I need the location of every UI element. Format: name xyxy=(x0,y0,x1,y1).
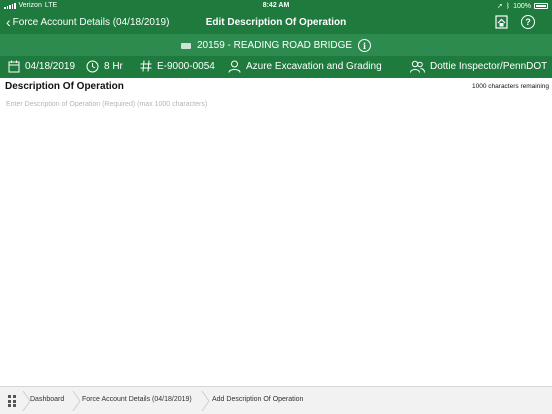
clock: 8:42 AM xyxy=(262,2,290,9)
calendar-icon xyxy=(8,60,20,73)
home-icon xyxy=(494,15,508,29)
chevron-left-icon: ‹ xyxy=(6,14,11,30)
hash-icon xyxy=(140,60,152,72)
home-button[interactable] xyxy=(494,15,508,29)
chevron-right-icon xyxy=(201,391,210,411)
inspector-field: Dottie Inspector/PennDOT xyxy=(410,60,547,73)
equipment-label: E-9000-0054 xyxy=(157,60,215,72)
grid-menu-button[interactable] xyxy=(8,395,18,407)
section-title: Description Of Operation xyxy=(5,81,124,92)
breadcrumb-item-current: Add Description Of Operation xyxy=(212,396,304,403)
editor-area xyxy=(0,96,552,386)
breadcrumb-item-force-account[interactable]: Force Account Details (04/18/2019) xyxy=(82,396,192,403)
date-field: 04/18/2019 xyxy=(8,60,75,73)
people-icon xyxy=(410,60,425,73)
characters-remaining: 1000 characters remaining xyxy=(472,83,549,90)
chevron-right-icon xyxy=(72,391,81,411)
duration-field: 8 Hr xyxy=(86,60,123,73)
description-input[interactable] xyxy=(2,98,550,384)
location-icon: ➚ xyxy=(497,3,503,10)
breadcrumb-item-dashboard[interactable]: Dashboard xyxy=(30,396,64,403)
bluetooth-icon: ᛒ xyxy=(505,2,511,10)
inspector-label: Dottie Inspector/PennDOT xyxy=(430,61,548,72)
date-label: 04/18/2019 xyxy=(25,61,76,72)
equipment-field: E-9000-0054 xyxy=(140,60,215,72)
info-bar: 04/18/2019 8 Hr E-9000-0054 Azure Excava… xyxy=(0,56,552,78)
back-button[interactable]: ‹ Force Account Details (04/18/2019) xyxy=(6,14,170,30)
project-icon xyxy=(180,42,191,49)
help-button[interactable]: ? xyxy=(521,15,535,29)
contractor-label: Azure Excavation and Grading xyxy=(246,61,382,72)
back-label: Force Account Details (04/18/2019) xyxy=(12,16,170,28)
status-bar: Verizon LTE 8:42 AM ➚ ᛒ 100% xyxy=(0,0,552,12)
project-bar: 20159 - READING ROAD BRIDGE i xyxy=(0,34,552,56)
section-header: Description Of Operation 1000 characters… xyxy=(0,79,552,95)
nav-bar: ‹ Force Account Details (04/18/2019) Edi… xyxy=(0,12,552,34)
info-button[interactable]: i xyxy=(358,39,372,52)
battery-icon xyxy=(534,3,548,9)
clock-icon xyxy=(86,60,99,73)
project-label: 20159 - READING ROAD BRIDGE xyxy=(196,40,353,51)
help-icon: ? xyxy=(525,17,531,27)
contractor-field: Azure Excavation and Grading xyxy=(228,60,382,73)
person-icon xyxy=(228,60,241,73)
info-icon: i xyxy=(362,40,367,51)
battery-percent: 100% xyxy=(513,2,531,10)
breadcrumb: Dashboard Force Account Details (04/18/2… xyxy=(0,386,552,414)
duration-label: 8 Hr xyxy=(104,61,123,72)
